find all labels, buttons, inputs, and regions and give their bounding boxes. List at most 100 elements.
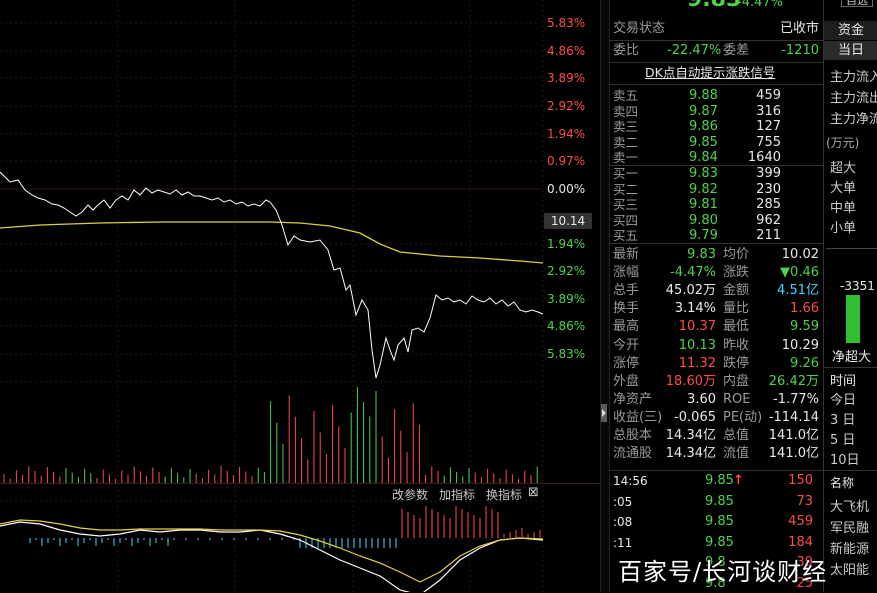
net-super-large-label: 净超大 (832, 350, 872, 365)
tick-volume: 459 (788, 514, 813, 529)
price-line (0, 171, 544, 379)
sector-name[interactable]: 军民融 (830, 517, 869, 536)
stat-row: 总股本 14.34亿 总值 141.0亿 (609, 427, 823, 445)
order-volume: 399 (756, 166, 781, 181)
order-price: 9.88 (689, 88, 718, 103)
stat-value: 10.29 (781, 337, 819, 353)
trade-status-label: 交易状态 (613, 21, 666, 36)
period-option[interactable]: 今日 (830, 389, 856, 408)
order-volume: 755 (756, 134, 781, 150)
order-book-row: 买一 9.83 399 (609, 166, 823, 181)
stat-value: 1.66 (790, 301, 819, 317)
order-book-row: 卖五 9.88 459 (609, 88, 823, 103)
sector-name[interactable]: 新能源 (830, 538, 869, 557)
period-option[interactable]: 3 日 (830, 409, 855, 428)
stat-value: 18.60万 (665, 373, 716, 389)
add-indicator-button[interactable]: 加指标 (439, 486, 475, 503)
stat-label: 内盘 (723, 373, 750, 389)
tick-time: :08 (613, 515, 633, 529)
pct-axis-label: 2.92% (547, 99, 586, 113)
period-option[interactable]: 10日 (830, 449, 860, 468)
tab-capital[interactable]: 资金 (824, 21, 877, 40)
sector-name[interactable]: 大飞机 (830, 496, 869, 515)
order-price: 9.84 (689, 150, 718, 165)
tick-row: :11 9.85 184 (609, 534, 823, 552)
change-params-button[interactable]: 改参数 (392, 486, 428, 503)
order-level-label: 买三 (613, 197, 639, 212)
stat-row: 换手 3.14% 量比 1.66 (609, 300, 823, 318)
pct-axis-label: 5.83% (547, 347, 586, 361)
order-price: 9.86 (689, 119, 718, 134)
tick-price: 9.85 (705, 493, 734, 509)
order-size-label: 超大 (830, 161, 857, 176)
weibi-value: -22.47% (667, 43, 722, 58)
order-price: 9.79 (689, 228, 718, 243)
order-level-label: 卖五 (613, 88, 639, 103)
stat-label: 总手 (613, 283, 640, 299)
stat-value: 26.42万 (768, 373, 819, 389)
dk-signal-link[interactable]: DK点自动提示涨跌信号 (645, 64, 775, 82)
stat-row: 总手 45.02万 金额 4.51亿 (609, 282, 823, 300)
order-volume: 230 (756, 181, 781, 197)
flow-bar-area: -3351 (826, 248, 877, 349)
stat-row: 最高 10.37 最低 9.59 (609, 318, 823, 336)
stat-row: 涨停 11.32 跌停 9.26 (609, 355, 823, 373)
stat-value: 14.34亿 (665, 428, 716, 443)
order-book-row: 卖四 9.87 316 (609, 104, 823, 119)
stat-value: 14.34亿 (665, 446, 716, 462)
stat-label: 量比 (723, 301, 750, 317)
order-level-label: 卖三 (613, 119, 639, 134)
pct-axis-label: 1.94% (547, 237, 586, 251)
tick-time: :05 (613, 494, 633, 509)
stat-label: 总值 (723, 428, 750, 443)
flow-label: 主力净流 (830, 112, 877, 127)
close-indicator-icon[interactable]: ⊠ (528, 485, 539, 500)
order-level-label: 买五 (613, 228, 639, 243)
stat-row: 净资产 3.60 ROE -1.77% (609, 391, 823, 409)
order-price: 9.85 (689, 134, 718, 150)
order-level-label: 卖二 (613, 134, 639, 150)
stat-value: 3.60 (687, 391, 716, 407)
chart-canvas[interactable] (0, 0, 600, 592)
net-super-large-bar (846, 295, 860, 343)
period-option[interactable]: 5 日 (830, 429, 855, 448)
name-header: 名称 (830, 476, 855, 490)
capital-flow-panel: 资金 当日 主力流入 主力流出 主力净流 (万元) 超大 大单 中单 小单 -3351 净… (823, 0, 877, 592)
stat-label: PE(动) (723, 409, 763, 425)
pct-axis-label: 3.89% (547, 71, 586, 85)
pct-axis-label: 0.97% (547, 154, 586, 168)
pct-axis-label: 1.94% (547, 127, 586, 141)
stat-label: 换手 (613, 301, 640, 317)
switch-indicator-button[interactable]: 换指标 (486, 486, 522, 503)
unit-label: (万元) (826, 136, 860, 150)
stat-label: 流值 (723, 446, 750, 462)
tab-today[interactable]: 当日 (824, 41, 877, 60)
stat-label: 金额 (723, 283, 750, 299)
order-size-label: 中单 (830, 201, 857, 216)
tick-price: 9.85 (705, 534, 734, 550)
stat-value: 10.02 (781, 247, 819, 262)
stat-value: 10.13 (678, 337, 716, 353)
trade-status-value: 已收市 (779, 21, 819, 36)
stat-label: 收益(三) (613, 409, 663, 425)
stat-value: 11.32 (678, 355, 716, 371)
tick-row: 14:56 9.85 ↑ 150 (609, 472, 823, 490)
order-volume: 211 (756, 228, 781, 243)
stat-label: 今开 (613, 337, 640, 353)
sector-name[interactable]: 太阳能 (830, 559, 869, 578)
weibi-label: 委比 (613, 43, 640, 58)
stat-row: 收益(三) -0.065 PE(动) -114.14 (609, 409, 823, 427)
order-size-label: 大单 (830, 181, 857, 196)
stat-value: 4.51亿 (777, 283, 819, 299)
collapse-panel-icon[interactable] (601, 404, 607, 422)
stat-value: 9.59 (790, 319, 819, 335)
order-price: 9.83 (689, 166, 718, 181)
pct-axis-label: 4.86% (547, 44, 586, 58)
order-level-label: 卖四 (613, 103, 639, 119)
order-book-row: 买二 9.82 230 (609, 182, 823, 197)
tick-price: 9.85 (705, 473, 734, 488)
intraday-chart[interactable]: 5.83% 4.86% 3.89% 2.92% 1.94% 0.97% 0.00% 1.94… (0, 0, 600, 592)
stat-value: 10.37 (678, 319, 716, 335)
stat-value: 141.0亿 (768, 446, 819, 462)
stat-value: 141.0亿 (768, 428, 819, 443)
